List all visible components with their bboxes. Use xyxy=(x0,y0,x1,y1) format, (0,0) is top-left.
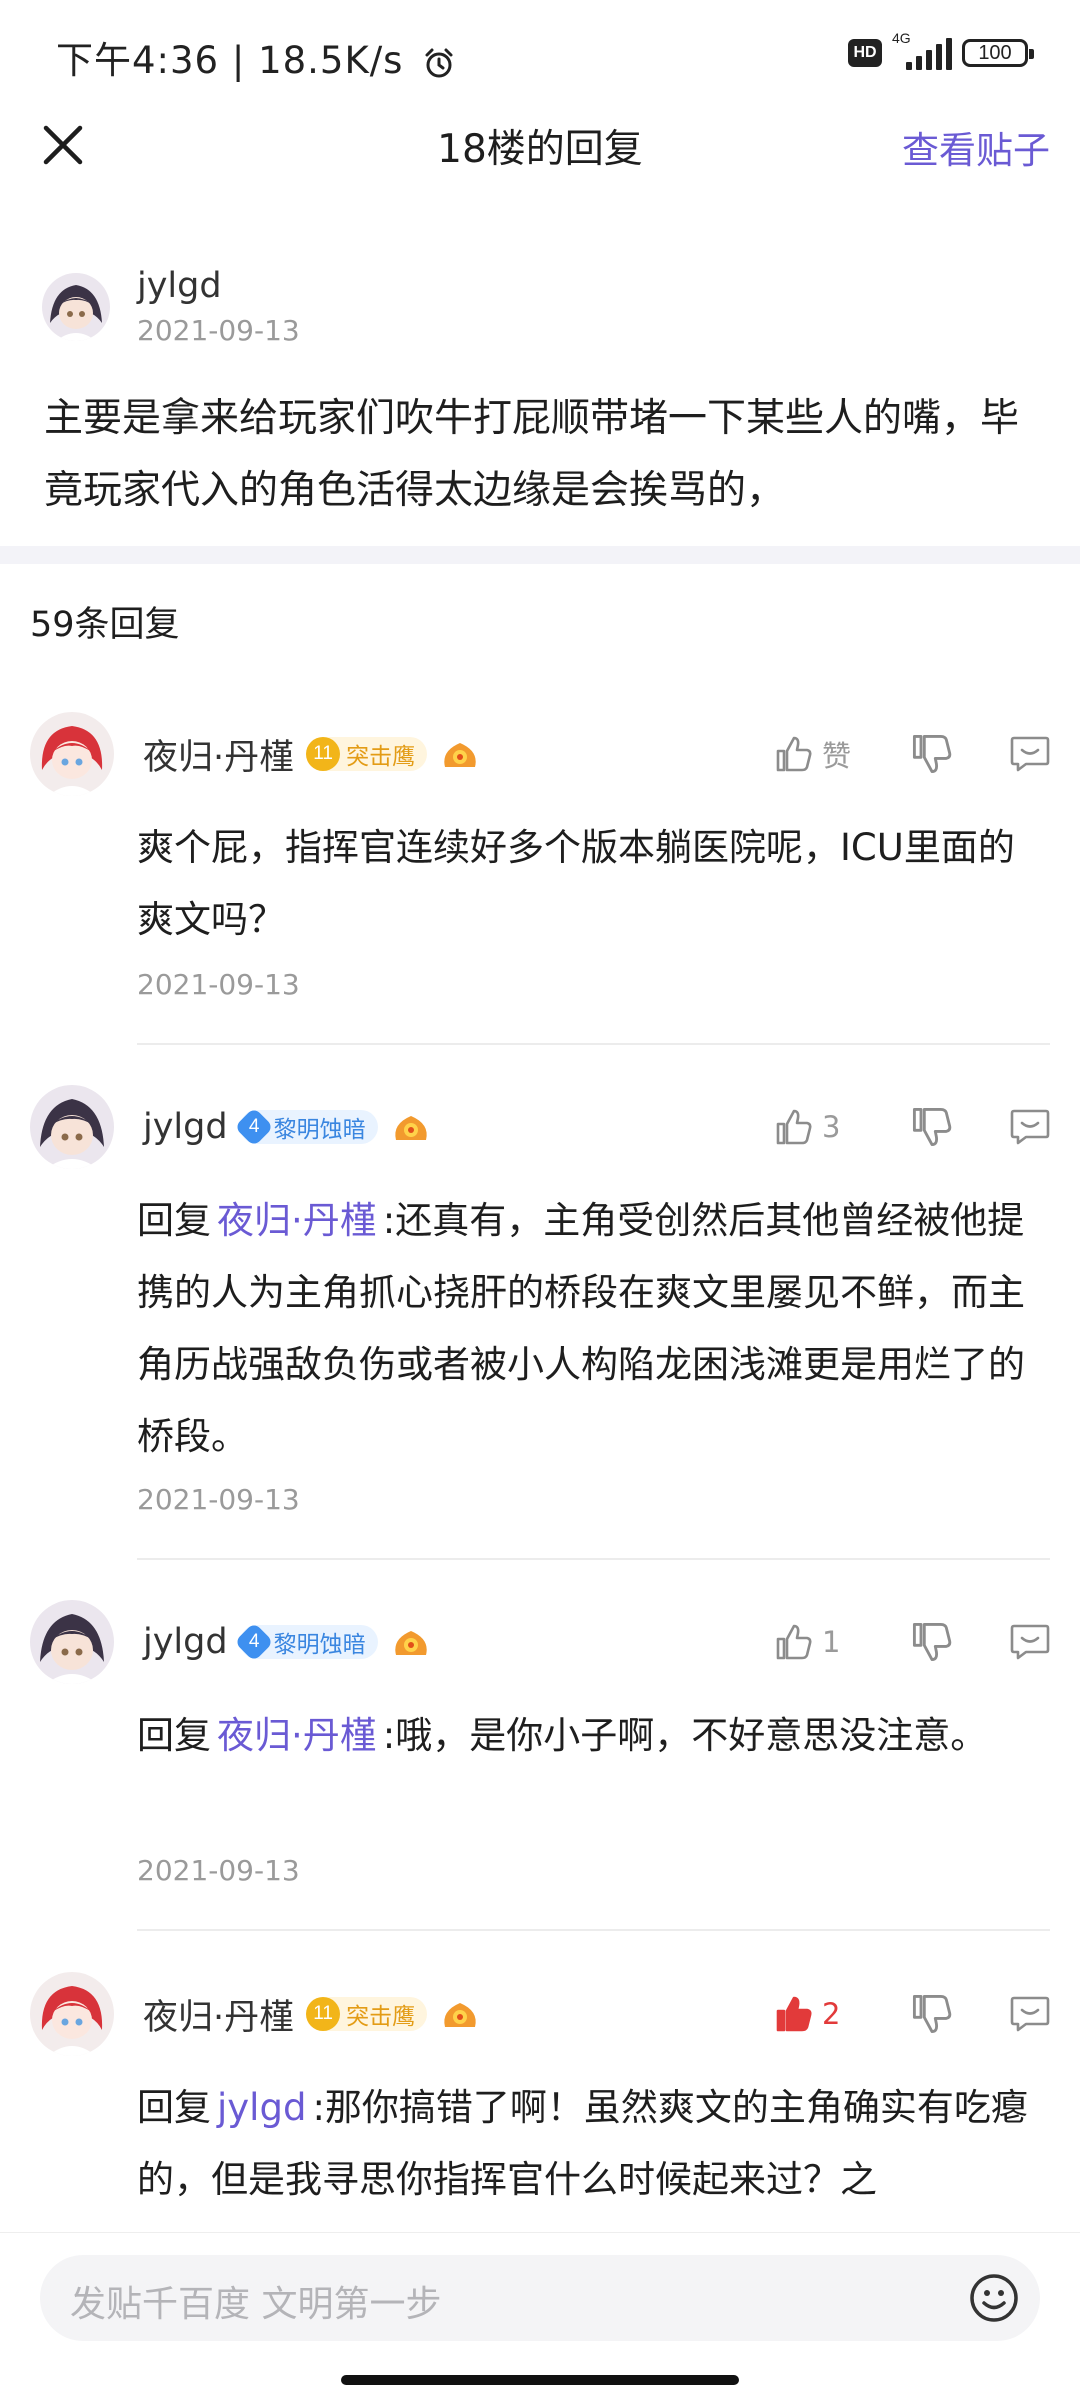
emoji-icon[interactable] xyxy=(968,2272,1020,2324)
comment-icon[interactable] xyxy=(1008,732,1052,776)
thumb-up-icon xyxy=(776,736,812,772)
reply-divider xyxy=(137,1929,1050,1931)
bottom-input-bar: 发贴千百度 文明第一步 xyxy=(0,2232,1080,2401)
reply-count: 59条回复 xyxy=(30,605,180,645)
mention-link[interactable]: jylgd xyxy=(217,2086,306,2129)
reply-date: 2021-09-13 xyxy=(137,1483,300,1516)
reply-username[interactable]: jylgd xyxy=(143,1107,228,1147)
like-button[interactable]: 2 xyxy=(774,1994,870,2034)
op-date: 2021-09-13 xyxy=(137,314,300,347)
reply-divider xyxy=(137,1043,1050,1045)
alarm-icon xyxy=(425,48,453,77)
thumb-up-icon xyxy=(776,1109,812,1145)
battery-icon: 100 xyxy=(962,39,1034,67)
game-badge-icon xyxy=(444,2003,476,2027)
thumb-down-icon[interactable] xyxy=(910,1992,954,2036)
status-bar: 下午4:36 | 18.5K/s HD 4G 100 xyxy=(0,0,1080,100)
like-button[interactable]: 3 xyxy=(774,1107,870,1147)
avatar[interactable] xyxy=(30,1972,114,2056)
level-badge: 4 黎明蚀暗 xyxy=(233,1622,378,1662)
like-button[interactable]: 赞 xyxy=(774,733,870,775)
top-bar: 18楼的回复 查看贴子 xyxy=(0,100,1080,190)
reply-date: 2021-09-13 xyxy=(137,1854,300,1887)
avatar[interactable] xyxy=(42,273,110,341)
avatar[interactable] xyxy=(30,1085,114,1169)
reply-content: 爽个屁，指挥官连续好多个版本躺医院呢，ICU里面的爽文吗？ xyxy=(137,826,1015,941)
mention-link[interactable]: 夜归·丹槿 xyxy=(217,1199,377,1242)
level-badge: 4 黎明蚀暗 xyxy=(233,1107,378,1147)
thumb-down-icon[interactable] xyxy=(910,732,954,776)
home-indicator[interactable] xyxy=(341,2375,739,2385)
signal-icon: 4G xyxy=(892,30,952,70)
reply-content: 回复 jylgd:那你搞错了啊！虽然爽文的主角确实有吃瘪的，但是我寻思你指挥官什么… xyxy=(137,2086,1028,2201)
thumb-down-icon[interactable] xyxy=(910,1620,954,1664)
op-content: 主要是拿来给玩家们吹牛打屁顺带堵一下某些人的嘴，毕竟玩家代入的角色活得太边缘是会… xyxy=(44,396,1020,513)
reply-divider xyxy=(137,1558,1050,1560)
hd-icon: HD xyxy=(848,39,882,67)
thumb-up-icon xyxy=(776,1624,812,1660)
view-post-link[interactable]: 查看贴子 xyxy=(902,120,1050,174)
mention-link[interactable]: 夜归·丹槿 xyxy=(217,1714,377,1757)
avatar[interactable] xyxy=(30,1600,114,1684)
comment-icon[interactable] xyxy=(1008,1105,1052,1149)
comment-icon[interactable] xyxy=(1008,1620,1052,1664)
thumb-down-icon[interactable] xyxy=(910,1105,954,1149)
reply-username[interactable]: 夜归·丹槿 xyxy=(143,729,294,780)
close-icon[interactable] xyxy=(40,122,86,168)
reply-content: 回复 夜归·丹槿:还真有，主角受创然后其他曾经被他提携的人为主角抓心挠肝的桥段在爽… xyxy=(137,1199,1025,1458)
comment-icon[interactable] xyxy=(1008,1992,1052,2036)
avatar[interactable] xyxy=(30,712,114,796)
like-button[interactable]: 1 xyxy=(774,1622,870,1662)
game-badge-icon xyxy=(394,1631,427,1655)
section-divider xyxy=(0,546,1080,564)
reply-username[interactable]: jylgd xyxy=(143,1622,228,1662)
reply-content: 回复 夜归·丹槿:哦，是你小子啊，不好意思没注意。 xyxy=(137,1714,988,1757)
level-badge: 11 突击鹰 xyxy=(306,1997,428,2031)
reply-date: 2021-09-13 xyxy=(137,968,300,1001)
input-placeholder: 发贴千百度 文明第一步 xyxy=(70,2284,442,2325)
reply-input[interactable]: 发贴千百度 文明第一步 xyxy=(40,2255,1040,2341)
reply-item: 夜归·丹槿 11 突击鹰 2 回复 jylgd:那你搞错了啊！虽然爽文的主角确实有… xyxy=(0,1972,1080,2232)
thumb-up-icon xyxy=(776,1996,812,2032)
game-badge-icon xyxy=(394,1116,427,1140)
status-time: 下午4:36 | 18.5K/s xyxy=(56,30,456,84)
reply-username[interactable]: 夜归·丹槿 xyxy=(143,1989,294,2040)
level-badge: 11 突击鹰 xyxy=(306,737,428,771)
op-username[interactable]: jylgd xyxy=(137,266,222,306)
game-badge-icon xyxy=(444,743,476,767)
